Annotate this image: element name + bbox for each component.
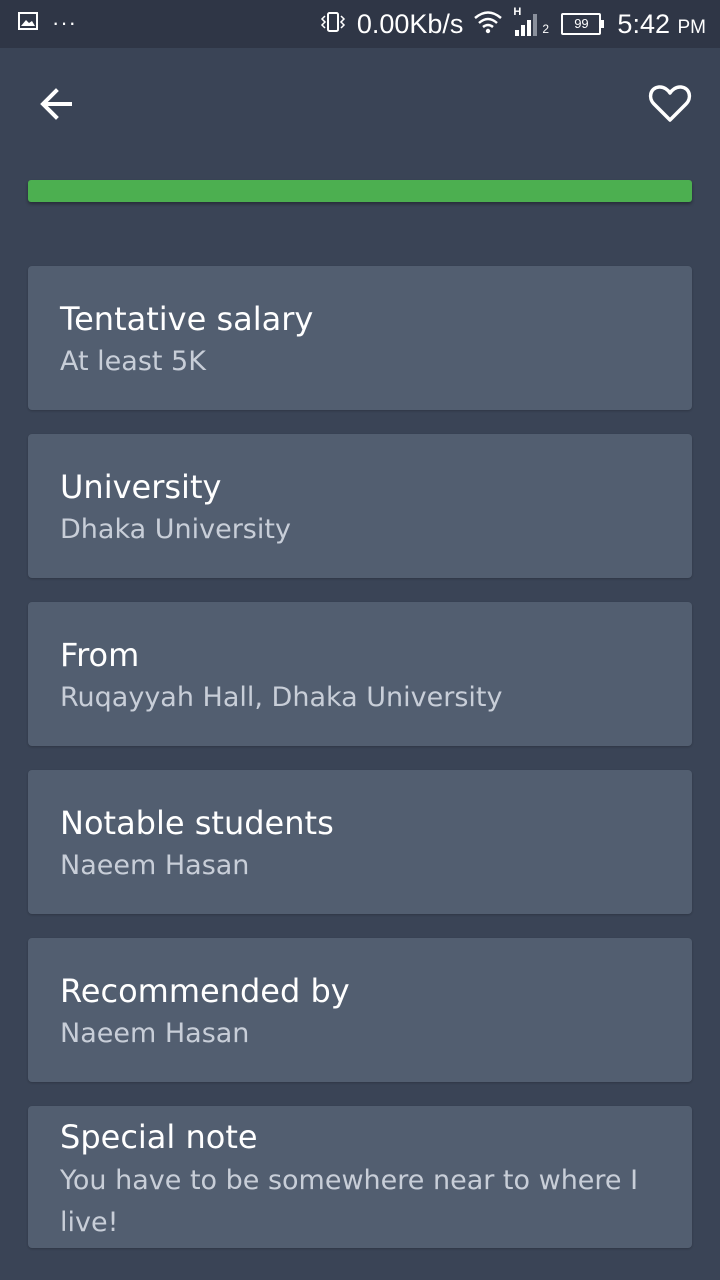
signal-icon: H 2	[513, 6, 551, 38]
salary-value: At least 5K	[60, 346, 206, 377]
sim-slot: 2	[542, 22, 550, 36]
university-card: University Dhaka University	[28, 434, 692, 578]
back-button[interactable]	[30, 78, 82, 130]
favorite-button[interactable]	[642, 78, 698, 130]
network-speed: 0.00Kb/s	[356, 8, 464, 39]
from-title: From	[60, 636, 140, 674]
heart-outline-icon	[648, 85, 692, 122]
recommended-by-value: Naeem Hasan	[60, 1018, 250, 1049]
status-bar: ··· 0.00Kb/s H 2 99 5:42 PM	[0, 0, 720, 48]
from-card: From Ruqayyah Hall, Dhaka University	[28, 602, 692, 746]
more-dots-icon: ···	[52, 10, 77, 35]
clock-time: 5:42	[617, 8, 670, 39]
from-value: Ruqayyah Hall, Dhaka University	[60, 682, 503, 713]
special-note-card: Special note You have to be somewhere ne…	[28, 1106, 692, 1248]
accent-bar	[28, 180, 692, 202]
notable-students-value: Naeem Hasan	[60, 850, 250, 881]
university-value: Dhaka University	[60, 514, 291, 545]
battery-icon: 99	[561, 13, 605, 35]
wifi-icon	[473, 10, 503, 38]
special-note-title: Special note	[60, 1118, 258, 1156]
university-title: University	[60, 468, 222, 506]
clock: 5:42 PM	[617, 9, 706, 40]
salary-title: Tentative salary	[60, 300, 314, 338]
notable-students-card: Notable students Naeem Hasan	[28, 770, 692, 914]
vibrate-icon	[319, 11, 347, 37]
notable-students-title: Notable students	[60, 804, 334, 842]
special-note-value: You have to be somewhere near to where I…	[60, 1165, 639, 1238]
salary-card: Tentative salary At least 5K	[28, 266, 692, 410]
recommended-by-title: Recommended by	[60, 972, 350, 1010]
image-icon	[18, 12, 38, 34]
recommended-by-card: Recommended by Naeem Hasan	[28, 938, 692, 1082]
arrow-left-icon	[40, 88, 72, 120]
clock-ampm: PM	[677, 16, 707, 38]
